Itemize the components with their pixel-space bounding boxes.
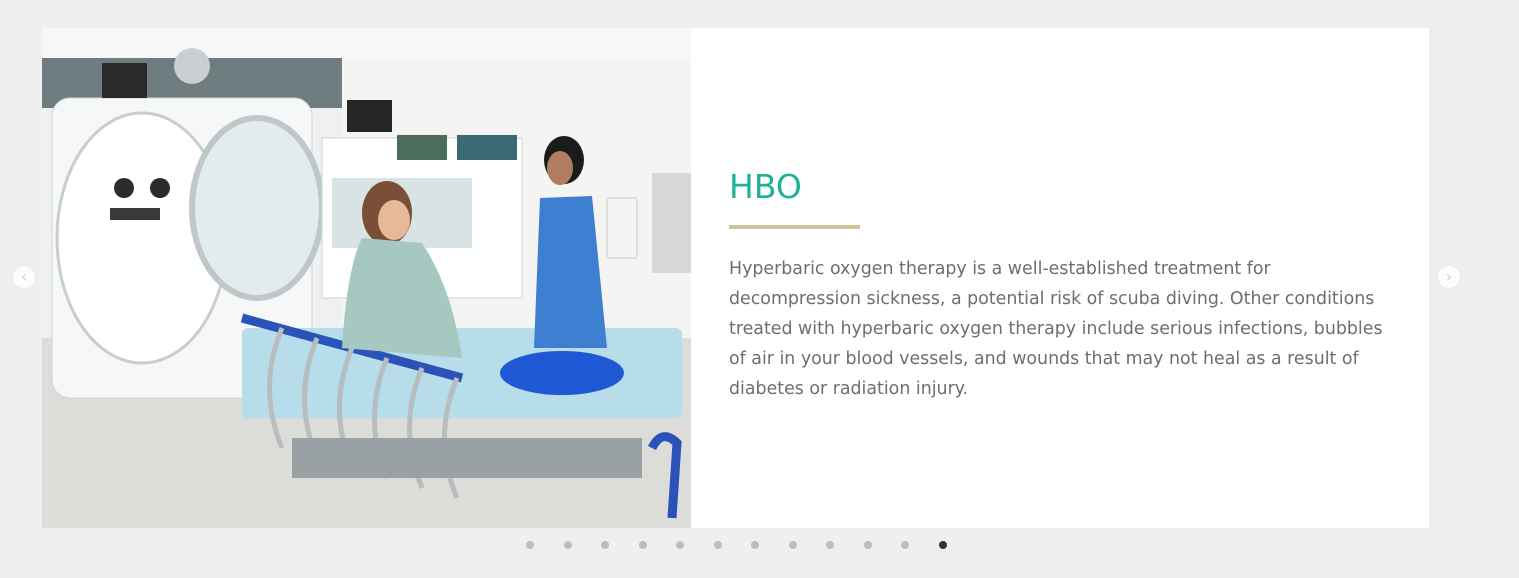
slide-content: HBO Hyperbaric oxygen therapy is a well-… (691, 28, 1429, 528)
pagination-dot[interactable] (751, 541, 759, 549)
slide-description: Hyperbaric oxygen therapy is a well-esta… (729, 258, 1383, 399)
pagination-dot[interactable] (938, 541, 947, 549)
pagination-dot[interactable] (901, 541, 909, 549)
pagination-dot[interactable] (526, 541, 534, 549)
previous-slide-button[interactable]: ‹ (13, 266, 35, 288)
slide: HBO Hyperbaric oxygen therapy is a well-… (42, 28, 1429, 528)
next-slide-button[interactable]: › (1438, 266, 1460, 288)
chevron-left-icon: ‹ (20, 267, 28, 286)
pagination-dot[interactable] (788, 541, 797, 549)
chevron-right-icon: › (1445, 267, 1453, 286)
slide-title: HBO (729, 167, 802, 206)
pagination-dot[interactable] (563, 541, 572, 549)
slide-image (42, 28, 691, 528)
pagination-dot[interactable] (676, 541, 684, 549)
pagination-dot[interactable] (863, 541, 872, 549)
title-divider (729, 224, 860, 229)
pagination-dot[interactable] (638, 541, 647, 549)
pagination-dot[interactable] (826, 541, 834, 549)
pagination-dot[interactable] (713, 541, 722, 549)
hyperbaric-chamber-photo-icon (42, 28, 691, 528)
pagination-dot[interactable] (601, 541, 609, 549)
carousel: ‹ HBO Hyperbaric oxygen therapy is a wel… (0, 0, 1519, 578)
slide-pagination (526, 541, 947, 549)
